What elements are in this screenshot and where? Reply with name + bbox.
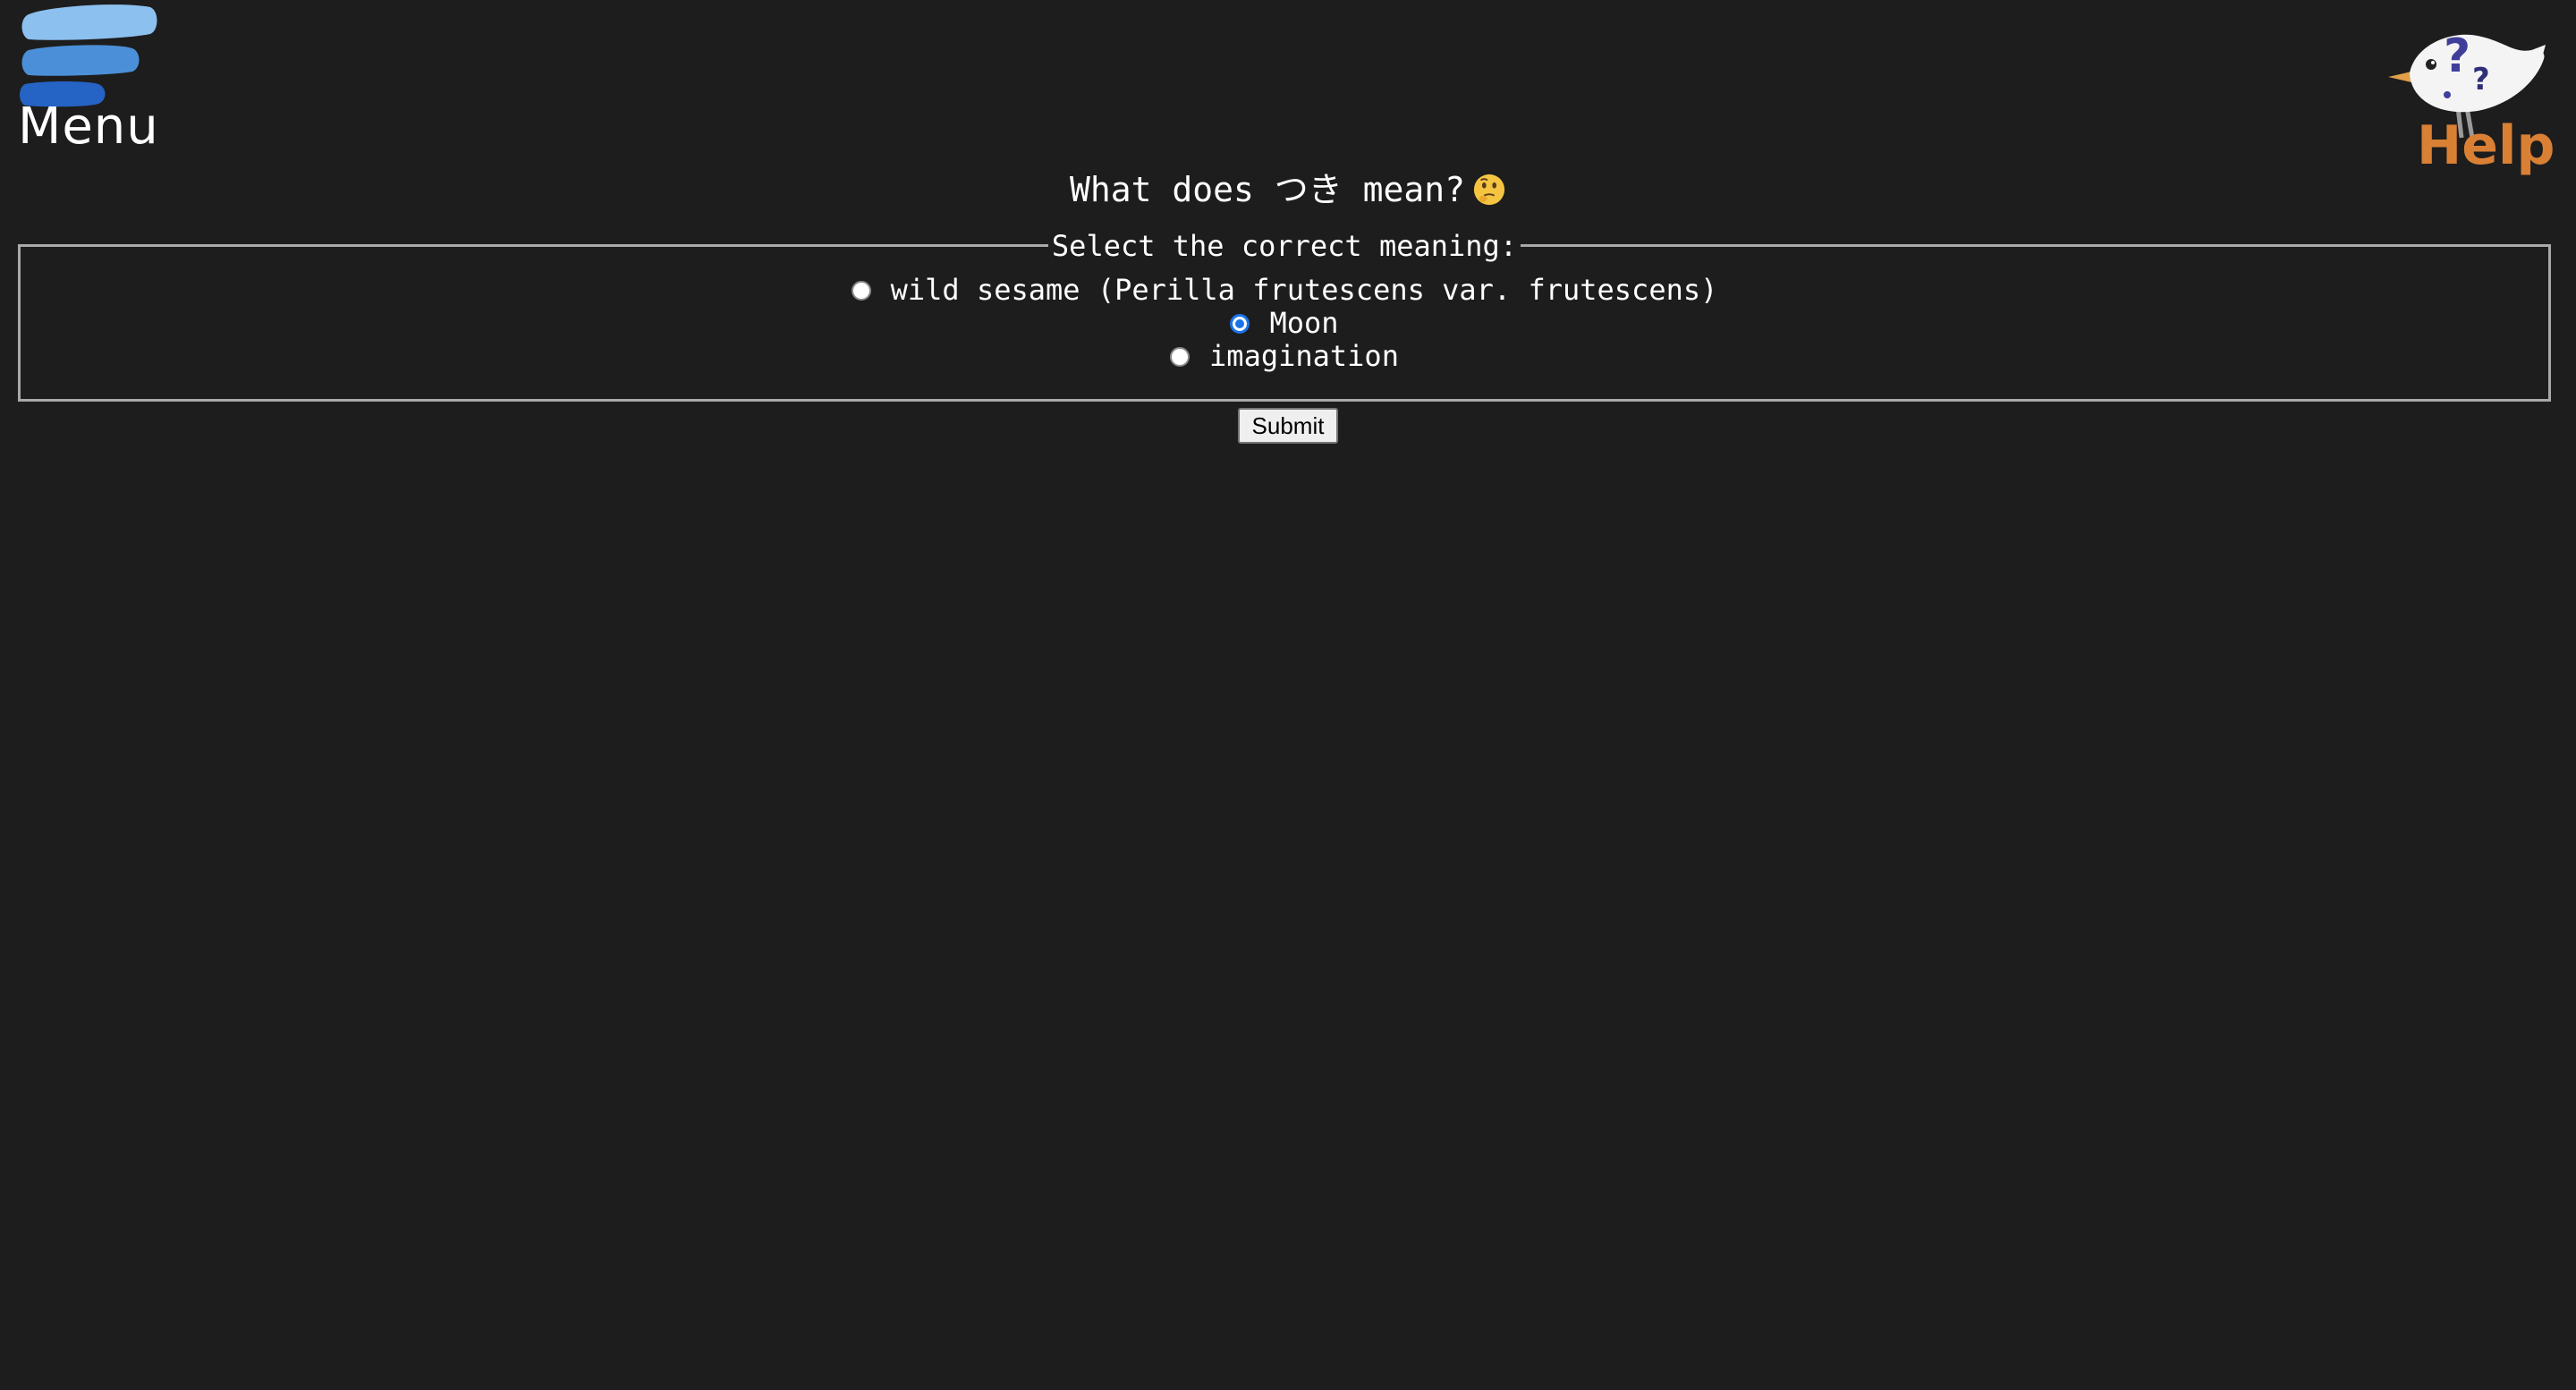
legend-text: Select the correct meaning:	[1047, 227, 1521, 265]
thinking-face-icon	[1473, 174, 1505, 206]
svg-text:?: ?	[2444, 30, 2470, 83]
option-wild-sesame[interactable]: wild sesame (Perilla frutescens var. fru…	[21, 274, 2548, 307]
app-root: Menu ? ? Help What does つき mean? Select …	[0, 0, 2576, 1390]
menu-button[interactable]: Menu	[16, 0, 159, 161]
radio-moon[interactable]	[1230, 313, 1250, 334]
options-list: wild sesame (Perilla frutescens var. fru…	[21, 274, 2548, 373]
menu-label: Menu	[18, 97, 159, 156]
radio-wild-sesame[interactable]	[851, 280, 871, 301]
option-imagination[interactable]: imagination	[21, 340, 2548, 373]
hamburger-icon	[20, 4, 157, 107]
question-text: What does つき mean?	[1069, 170, 1466, 209]
option-moon[interactable]: Moon	[21, 307, 2548, 340]
svg-text:?: ?	[2472, 62, 2490, 97]
option-label[interactable]: Moon	[1269, 307, 1338, 340]
option-label[interactable]: imagination	[1209, 340, 1399, 373]
submit-button[interactable]: Submit	[1238, 408, 1338, 444]
fieldset-legend: Select the correct meaning:	[21, 227, 2548, 265]
question-heading: What does つき mean?	[0, 165, 2576, 215]
answer-fieldset: Select the correct meaning: wild sesame …	[18, 227, 2551, 402]
option-label[interactable]: wild sesame (Perilla frutescens var. fru…	[891, 274, 1718, 307]
radio-imagination[interactable]	[1170, 346, 1191, 367]
